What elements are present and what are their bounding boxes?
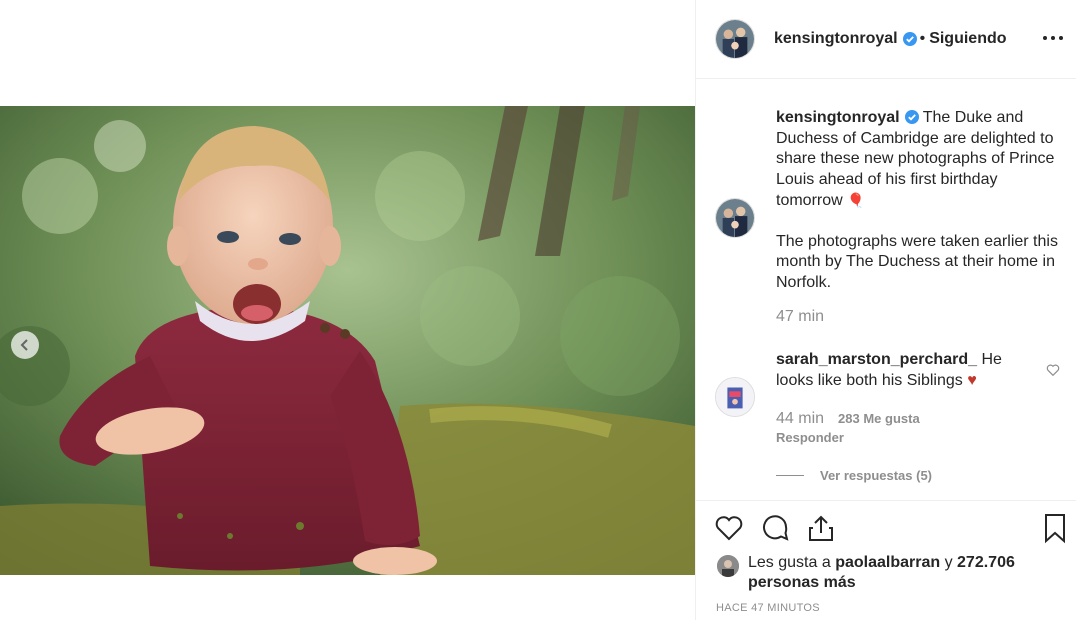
chevron-left-icon: [20, 339, 28, 351]
baby-photo-illustration: [0, 106, 695, 575]
liker-photo-icon: [717, 555, 739, 577]
view-replies-label: Ver respuestas (5): [820, 468, 933, 483]
commenter-avatar[interactable]: [715, 377, 755, 417]
bookmark-icon: [1045, 514, 1065, 544]
replies-divider-line: [776, 475, 804, 476]
balloon-emoji: 🎈: [847, 192, 865, 208]
likes-conj: y: [944, 554, 953, 571]
liker-username[interactable]: paolaalbarran: [835, 554, 940, 571]
comment-icon: [763, 515, 789, 541]
family-photo-icon: [716, 20, 754, 58]
like-button[interactable]: [713, 512, 745, 544]
comment-time[interactable]: 44 min: [776, 410, 824, 428]
post-header: kensingtonroyal • Siguiendo: [696, 0, 1076, 79]
commenter-photo-icon: [716, 378, 754, 416]
likes-text: Les gusta a paolaalbarran y 272.706 pers…: [748, 553, 1048, 593]
verified-badge-icon: [902, 32, 917, 46]
share-icon: [809, 515, 833, 541]
author-avatar[interactable]: [715, 19, 755, 59]
family-photo-icon: [716, 199, 754, 237]
heart-icon: [715, 516, 743, 541]
caption-text: kensingtonroyal The Duke and Duchess of …: [776, 108, 1058, 293]
commenter-username[interactable]: sarah_marston_perchard_: [776, 351, 977, 368]
caption-time[interactable]: 47 min: [776, 308, 824, 326]
author-username[interactable]: kensingtonroyal: [774, 30, 898, 48]
comment-text: sarah_marston_perchard_ He looks like bo…: [776, 350, 1006, 391]
following-button[interactable]: Siguiendo: [929, 30, 1006, 48]
share-button[interactable]: [805, 512, 837, 544]
comment-button[interactable]: [759, 512, 791, 544]
likes-prefix: Les gusta a: [748, 554, 831, 571]
post-side-panel: kensingtonroyal • Siguiendo kensingtonro…: [695, 0, 1076, 620]
reply-button[interactable]: Responder: [776, 430, 844, 445]
caption-username[interactable]: kensingtonroyal: [776, 109, 900, 126]
verified-badge-icon: [904, 110, 919, 124]
actions-separator: [696, 500, 1076, 501]
caption-line-2: The photographs were taken earlier this …: [776, 232, 1058, 291]
more-horizontal-icon[interactable]: [1041, 28, 1065, 48]
caption-avatar[interactable]: [715, 198, 755, 238]
photo-panel: [0, 0, 695, 620]
red-heart-emoji: ♥: [967, 371, 977, 389]
follow-separator: •: [919, 30, 926, 47]
post-photo[interactable]: [0, 106, 695, 575]
view-replies-button[interactable]: Ver respuestas (5): [776, 468, 932, 483]
comment-meta: 44 min 283 Me gusta: [776, 410, 920, 428]
like-comment-heart-icon[interactable]: [1046, 363, 1060, 377]
post-timestamp[interactable]: HACE 47 MINUTOS: [716, 602, 820, 614]
comment-likes[interactable]: 283 Me gusta: [838, 411, 920, 426]
save-button[interactable]: [1039, 512, 1071, 544]
liker-avatar[interactable]: [717, 555, 739, 577]
previous-photo-button[interactable]: [11, 331, 39, 359]
